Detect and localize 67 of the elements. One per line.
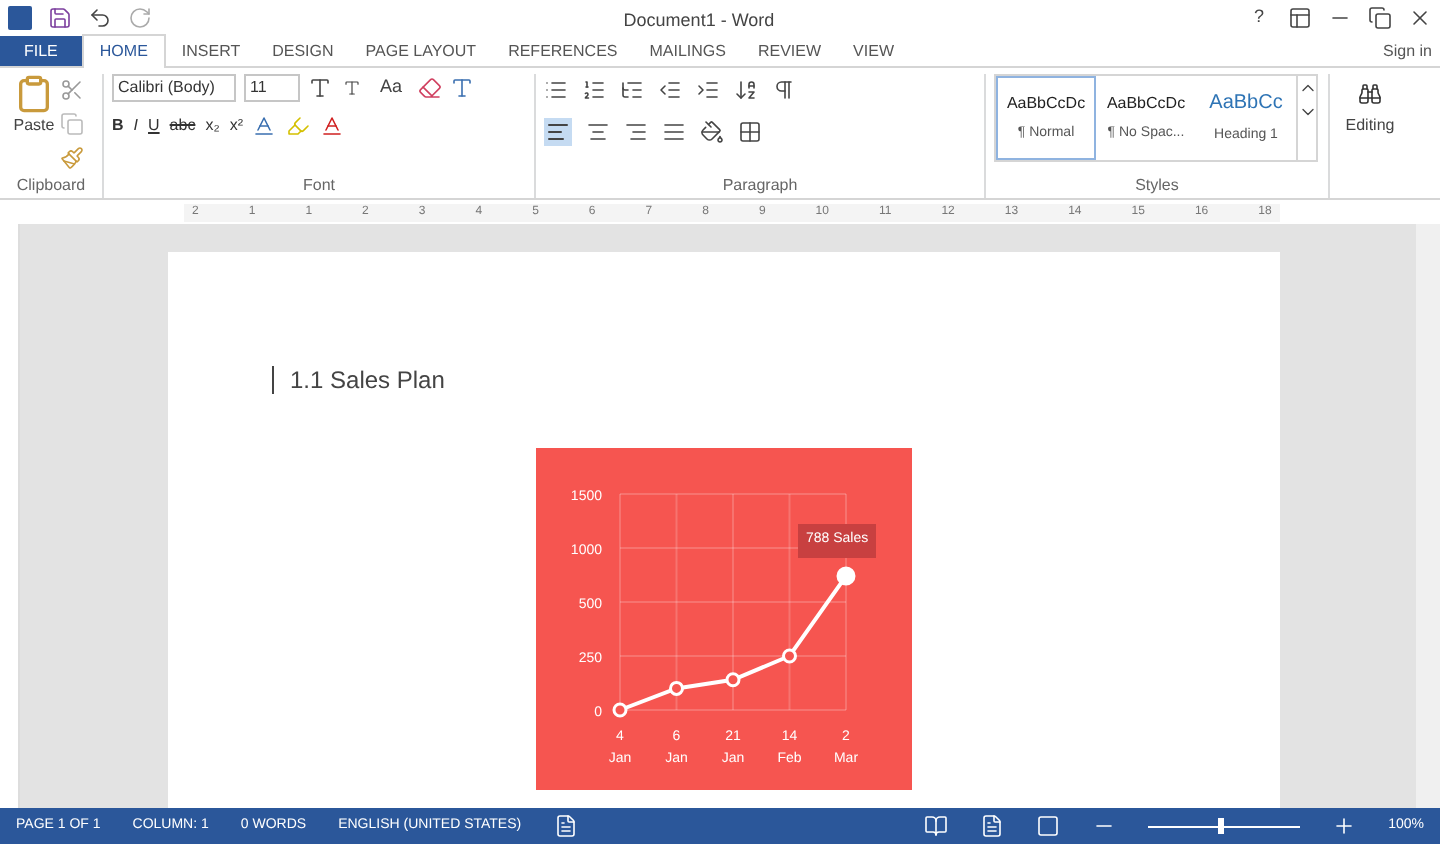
align-right-icon[interactable] <box>624 120 648 144</box>
shading-icon[interactable] <box>700 120 724 144</box>
undo-icon[interactable] <box>88 6 112 30</box>
ribbon-tab[interactable]: MAILINGS <box>633 36 742 66</box>
data-point <box>782 648 797 664</box>
group-label: Styles <box>1133 174 1181 198</box>
file-tab[interactable]: FILE <box>0 36 82 66</box>
font-size-dropdown[interactable]: 11 <box>244 74 300 102</box>
format-button[interactable]: B <box>112 114 124 138</box>
ribbon-tab[interactable]: REFERENCES <box>492 36 634 66</box>
help-button[interactable]: ? <box>1245 4 1272 32</box>
close-icon[interactable] <box>1408 6 1432 30</box>
multilevel-list-icon[interactable] <box>620 78 644 102</box>
web-layout-icon[interactable] <box>1036 814 1061 838</box>
group-label: Clipboard <box>14 174 88 198</box>
decrease-indent-icon[interactable] <box>658 78 682 102</box>
text-effect-icon[interactable] <box>252 114 277 138</box>
ribbon-tab[interactable]: PAGE LAYOUT <box>349 36 493 66</box>
format-painter-icon[interactable] <box>60 146 84 170</box>
heading-text: 1.1 Sales Plan <box>272 366 445 394</box>
clipboard-icon <box>14 74 54 114</box>
ribbon-tab[interactable]: VIEW <box>837 36 910 66</box>
data-point <box>669 680 684 696</box>
font-color-icon[interactable] <box>320 114 345 138</box>
borders-icon[interactable] <box>738 120 762 144</box>
justify-icon[interactable] <box>662 120 686 144</box>
ribbon-tab[interactable]: REVIEW <box>741 36 838 66</box>
sort-icon[interactable] <box>734 78 758 102</box>
format-button[interactable]: abc <box>169 114 196 138</box>
editing-button[interactable]: Editing <box>1345 114 1395 138</box>
format-button[interactable]: x₂ <box>205 114 220 138</box>
zoom-slider[interactable] <box>1148 818 1301 834</box>
sign-in-link[interactable]: Sign in <box>1383 36 1432 66</box>
numbering-icon[interactable] <box>582 78 606 102</box>
change-case-button[interactable]: Aa <box>372 74 411 102</box>
cut-icon[interactable] <box>60 78 84 102</box>
paste-button[interactable]: Paste <box>8 74 60 174</box>
align-center-icon[interactable] <box>586 120 610 144</box>
read-mode-icon[interactable] <box>924 814 949 838</box>
clear-formatting-icon[interactable] <box>418 76 443 100</box>
ribbon-tab[interactable]: DESIGN <box>256 36 350 66</box>
print-layout-icon[interactable] <box>980 814 1005 838</box>
font-family-dropdown[interactable]: Calibri (Body) <box>112 74 236 102</box>
zoom-in-icon[interactable] <box>1332 814 1357 838</box>
zoom-thumb[interactable] <box>1217 818 1224 834</box>
find-icon[interactable] <box>1358 82 1382 106</box>
data-point <box>612 702 628 718</box>
ribbon-display-icon[interactable] <box>1288 6 1312 30</box>
text-effects-icon[interactable] <box>450 76 475 100</box>
increase-indent-icon[interactable] <box>696 78 720 102</box>
format-button[interactable]: x² <box>229 114 243 138</box>
format-button[interactable]: I <box>133 114 139 138</box>
vertical-scrollbar[interactable] <box>1416 224 1440 808</box>
format-button[interactable]: U <box>148 114 160 138</box>
data-point <box>836 566 856 586</box>
ribbon-tab[interactable]: HOME <box>81 34 166 68</box>
grow-font-icon[interactable] <box>308 76 332 100</box>
ribbon-tab[interactable]: INSERT <box>165 36 257 66</box>
group-label: Font <box>300 174 337 198</box>
restore-icon[interactable] <box>1368 6 1392 30</box>
window-title: Document1 - Word <box>623 10 775 30</box>
align-left-button[interactable] <box>544 118 572 146</box>
save-icon[interactable] <box>48 6 72 30</box>
data-point <box>725 672 741 688</box>
group-label: Paragraph <box>720 174 800 198</box>
pilcrow-icon[interactable] <box>772 78 796 102</box>
proofing-icon[interactable] <box>553 814 578 838</box>
